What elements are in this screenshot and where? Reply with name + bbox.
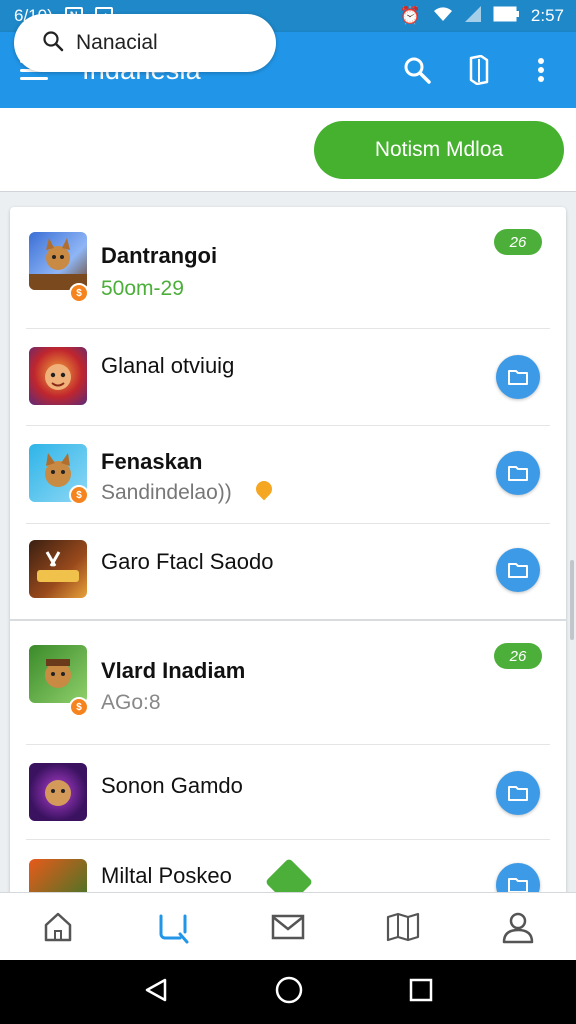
signal-icon [464,5,481,27]
book-icon[interactable] [464,55,494,85]
item-subtitle: Sandindelao)) [101,481,232,504]
wifi-icon [433,6,453,27]
scrollbar[interactable] [570,560,574,640]
divider [26,425,550,426]
count-badge: 26 [494,643,542,669]
divider [26,328,550,329]
coin-icon: $ [69,485,89,505]
divider [26,523,550,524]
map-icon[interactable] [373,902,433,952]
app-thumbnail [29,540,87,598]
divider [26,839,550,840]
count-badge: 26 [494,229,542,255]
app-thumbnail [29,347,87,405]
app-thumbnail [29,763,87,821]
coin-icon: $ [69,283,89,303]
search-field-icon [42,30,64,57]
item-title: Fenaskan [101,449,203,474]
item-title: Dantrangoi [101,243,218,268]
search-text: Nanacial [76,31,158,54]
action-button[interactable]: Notism Mdloa [314,121,564,179]
alarm-icon: ⏰ [399,6,421,25]
profile-icon[interactable] [488,902,548,952]
battery-icon [493,6,519,27]
home-button-icon[interactable] [275,976,303,1009]
section-divider [10,619,566,621]
system-nav-bar [0,960,576,1024]
item-subtitle: 50om-29 [101,277,184,300]
save-button[interactable] [496,355,540,399]
back-icon[interactable] [143,977,169,1008]
item-title: Vlard Inadiam [101,658,246,683]
heart-icon [252,477,276,501]
item-title: Glanal otviuig [101,353,235,378]
coin-icon: $ [69,697,89,717]
more-options-icon[interactable] [526,55,556,85]
status-time-right: 2:57 [530,6,564,25]
search-input[interactable]: Nanacial [14,14,276,72]
item-title: Sonon Gamdo [101,773,243,798]
divider [26,744,550,745]
save-button[interactable] [496,548,540,592]
search-icon[interactable] [402,55,432,85]
item-title: Miltal Poskeo [101,863,232,888]
item-title: Garo Ftacl Saodo [101,549,274,574]
mail-icon[interactable] [258,902,318,952]
recents-icon[interactable] [409,978,433,1007]
save-button[interactable] [496,771,540,815]
app-thumbnail [29,645,87,703]
bottom-nav [0,892,576,960]
home-icon[interactable] [28,902,88,952]
save-button[interactable] [496,451,540,495]
item-subtitle: AGo:8 [101,691,161,714]
app-list: $ Dantrangoi 50om-29 26 Glanal otviuig $… [10,207,566,907]
app-thumbnail [29,232,87,290]
search-icon[interactable] [143,902,203,952]
